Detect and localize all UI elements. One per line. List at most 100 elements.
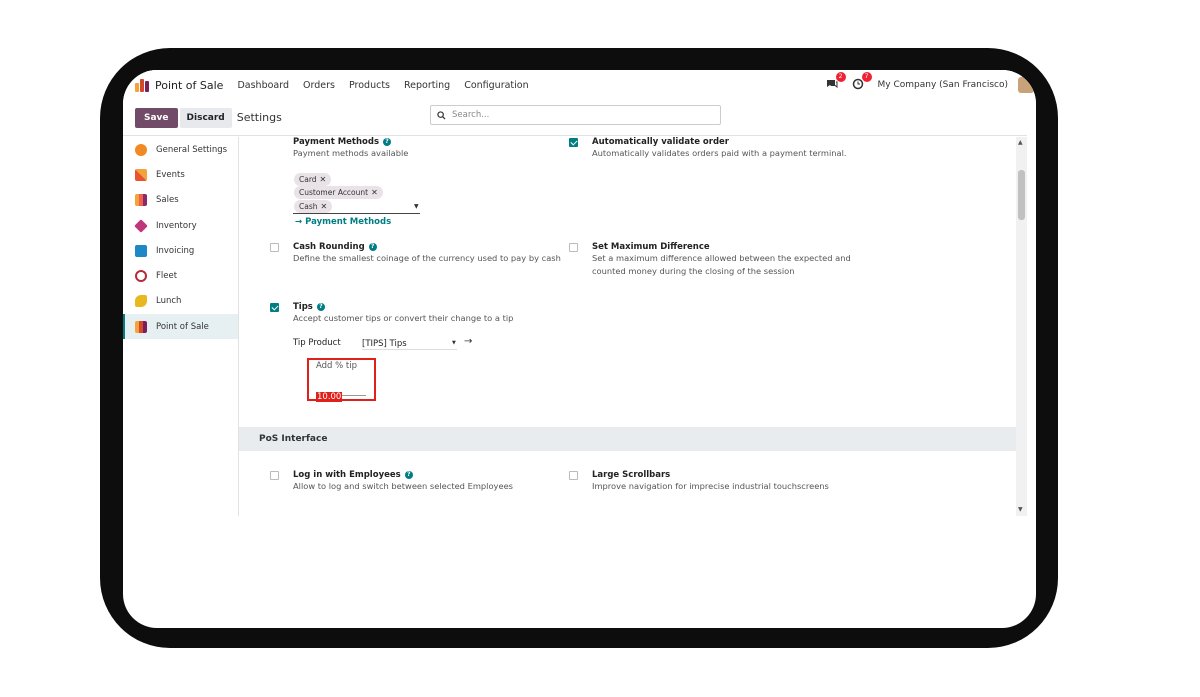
tips-desc: Accept customer tips or convert their ch… — [293, 313, 514, 323]
dropdown-caret-icon[interactable]: ▼ — [452, 340, 456, 346]
remove-tag-icon[interactable]: ✕ — [371, 188, 378, 197]
help-icon[interactable]: ? — [368, 243, 377, 251]
help-icon[interactable]: ? — [404, 471, 413, 479]
nav-dashboard[interactable]: Dashboard — [237, 80, 289, 91]
content-scrollbar[interactable]: ▲ ▼ — [1016, 137, 1027, 516]
sidebar-item-label: Point of Sale — [156, 321, 209, 332]
large-scrollbars-checkbox[interactable] — [569, 471, 578, 480]
point-of-sale-logo-icon[interactable] — [135, 78, 149, 92]
dropdown-caret-icon[interactable]: ▼ — [414, 203, 419, 210]
setting-tips: Tips? Accept customer tips or convert th… — [293, 302, 563, 325]
payment-methods-title: Payment Methods — [293, 137, 380, 147]
large-scrollbars-title: Large Scrollbars — [592, 470, 671, 480]
sidebar-item-label: Invoicing — [156, 245, 195, 256]
activities-badge: 7 — [861, 72, 872, 82]
add-tip-value: 10.00 — [316, 392, 343, 402]
setting-auto-validate: Automatically validate order Automatical… — [592, 137, 892, 160]
cash-rounding-desc: Define the smallest coinage of the curre… — [293, 253, 561, 263]
tips-title: Tips — [293, 302, 313, 312]
payment-methods-link[interactable]: → Payment Methods — [295, 217, 391, 227]
login-employees-title: Log in with Employees — [293, 470, 401, 480]
settings-content: Payment Methods? Payment methods availab… — [239, 137, 1016, 516]
setting-max-difference: Set Maximum Difference Set a maximum dif… — [592, 242, 892, 278]
tip-product-select[interactable]: [TIPS] Tips — [362, 339, 457, 350]
sidebar-item-label: Events — [156, 169, 185, 180]
save-button[interactable]: Save — [135, 107, 178, 128]
company-switcher[interactable]: My Company (San Francisco) — [878, 80, 1008, 90]
add-tip-label: Add % tip — [316, 361, 358, 371]
tip-product-label: Tip Product — [293, 338, 341, 348]
nav-products[interactable]: Products — [349, 80, 390, 91]
sidebar-item-inventory[interactable]: Inventory — [123, 213, 238, 238]
tag-customer-account: Customer Account ✕ — [294, 186, 383, 199]
login-employees-desc: Allow to log and switch between selected… — [293, 481, 513, 491]
messages-badge: 2 — [835, 72, 846, 82]
discard-button[interactable]: Discard — [179, 107, 232, 128]
scrollbar-thumb[interactable] — [1018, 170, 1025, 220]
section-header-pos-interface: PoS Interface — [239, 427, 1016, 451]
link-label: Payment Methods — [305, 217, 392, 227]
help-icon[interactable]: ? — [383, 138, 392, 146]
messages-button[interactable]: 2 — [826, 72, 846, 92]
scroll-down-icon[interactable]: ▼ — [1018, 506, 1023, 513]
nav-configuration[interactable]: Configuration — [464, 80, 528, 91]
cash-rounding-checkbox[interactable] — [270, 243, 279, 252]
nav-orders[interactable]: Orders — [303, 80, 335, 91]
tag-label: Card — [299, 175, 317, 184]
max-difference-desc-1: Set a maximum difference allowed between… — [592, 253, 851, 263]
activities-button[interactable]: 7 — [852, 72, 872, 92]
auto-validate-title: Automatically validate order — [592, 137, 729, 147]
auto-validate-checkbox[interactable] — [569, 138, 578, 147]
login-employees-checkbox[interactable] — [270, 471, 279, 480]
tag-label: Cash — [299, 202, 318, 211]
internal-link-arrow-icon[interactable]: → — [464, 336, 472, 347]
fleet-icon — [135, 270, 147, 283]
setting-payment-methods: Payment Methods? Payment methods availab… — [293, 137, 553, 160]
max-difference-checkbox[interactable] — [569, 243, 578, 252]
sidebar-item-point-of-sale[interactable]: Point of Sale — [123, 314, 238, 340]
sales-icon — [135, 194, 147, 207]
cash-rounding-title: Cash Rounding — [293, 242, 365, 252]
breadcrumb: Settings — [236, 111, 282, 124]
general-settings-icon — [135, 143, 147, 156]
large-scrollbars-desc: Improve navigation for imprecise industr… — [592, 481, 829, 491]
tips-checkbox[interactable] — [270, 303, 279, 312]
clock-icon — [852, 78, 863, 90]
payment-methods-desc: Payment methods available — [293, 148, 409, 158]
setting-cash-rounding: Cash Rounding? Define the smallest coina… — [293, 242, 563, 265]
add-tip-input[interactable]: 10.00 — [316, 384, 366, 402]
sidebar-item-label: Lunch — [156, 296, 182, 307]
search-input[interactable]: Search... — [430, 105, 721, 125]
sidebar-item-invoicing[interactable]: Invoicing — [123, 238, 238, 263]
sidebar-item-lunch[interactable]: Lunch — [123, 289, 238, 314]
nav-reporting[interactable]: Reporting — [404, 80, 450, 91]
payment-methods-input[interactable] — [293, 213, 420, 214]
search-placeholder: Search... — [452, 110, 490, 120]
max-difference-title: Set Maximum Difference — [592, 242, 710, 252]
tag-label: Customer Account — [299, 188, 369, 197]
setting-title: Log in with Employees? — [293, 470, 563, 480]
point-of-sale-icon — [135, 320, 147, 333]
remove-tag-icon[interactable]: ✕ — [320, 175, 327, 184]
auto-validate-desc: Automatically validates orders paid with… — [592, 148, 847, 158]
scroll-up-icon[interactable]: ▲ — [1018, 139, 1023, 146]
sidebar-item-fleet[interactable]: Fleet — [123, 263, 238, 288]
setting-title: Cash Rounding? — [293, 242, 563, 252]
chat-icon — [826, 80, 838, 88]
sidebar-item-sales[interactable]: Sales — [123, 188, 238, 213]
help-icon[interactable]: ? — [316, 303, 325, 311]
sidebar-item-general-settings[interactable]: General Settings — [123, 137, 238, 162]
setting-large-scrollbars: Large Scrollbars Improve navigation for … — [592, 470, 892, 493]
sidebar-item-events[interactable]: Events — [123, 162, 238, 187]
user-avatar[interactable] — [1018, 77, 1034, 93]
lunch-icon — [135, 295, 147, 308]
device-screen: Point of Sale Dashboard Orders Products … — [123, 70, 1036, 628]
app-title[interactable]: Point of Sale — [155, 79, 223, 92]
sidebar-item-label: Inventory — [156, 220, 197, 231]
app-screen: Point of Sale Dashboard Orders Products … — [123, 70, 1036, 516]
tag-card: Card ✕ — [294, 173, 332, 186]
tag-cash: Cash ✕ — [294, 200, 333, 213]
max-difference-desc-2: counted money during the closing of the … — [592, 266, 795, 276]
sidebar-item-label: Fleet — [156, 271, 178, 282]
remove-tag-icon[interactable]: ✕ — [321, 202, 328, 211]
